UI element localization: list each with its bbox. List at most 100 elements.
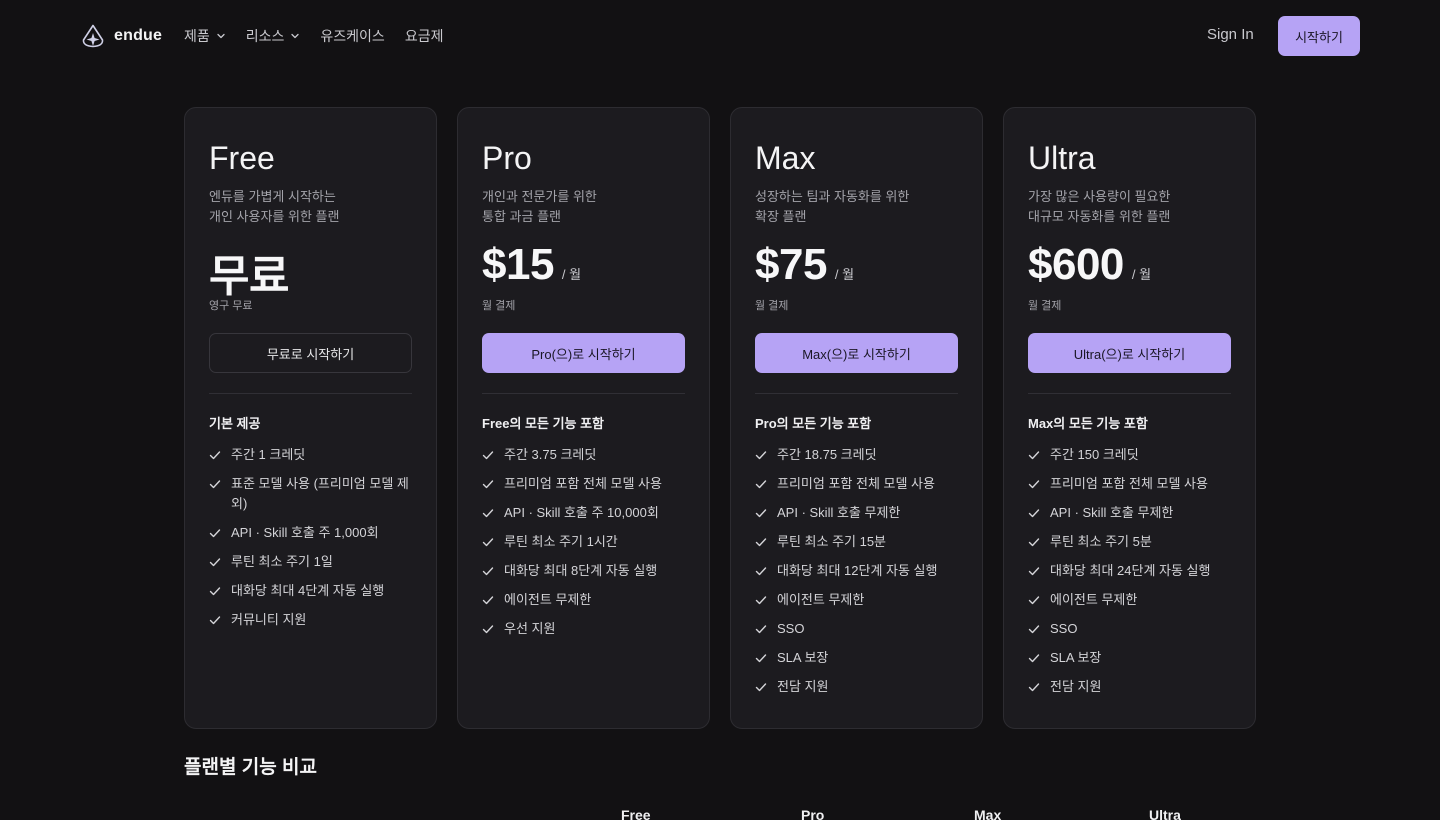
divider bbox=[1028, 393, 1231, 394]
check-icon bbox=[482, 567, 494, 576]
feature-text: 프리미엄 포함 전체 모델 사용 bbox=[1050, 476, 1208, 491]
plan-description-line: 통합 과금 플랜 bbox=[482, 209, 561, 224]
plan-name: Ultra bbox=[1028, 140, 1096, 176]
feature-item: SLA 보장 bbox=[755, 648, 965, 668]
feature-item: 에이전트 무제한 bbox=[1028, 590, 1238, 610]
nav-item-pricing[interactable]: 요금제 bbox=[405, 26, 444, 46]
check-icon bbox=[482, 625, 494, 634]
check-icon bbox=[209, 587, 221, 596]
feature-list: 주간 1 크레딧 표준 모델 사용 (프리미엄 모델 제외) API · Ski… bbox=[209, 445, 419, 639]
feature-text: API · Skill 호출 무제한 bbox=[777, 505, 901, 520]
feature-text: 에이전트 무제한 bbox=[777, 592, 865, 607]
feature-item: API · Skill 호출 주 1,000회 bbox=[209, 523, 419, 543]
plan-card-max: Max 성장하는 팀과 자동화를 위한 확장 플랜 $75 / 월 월 결제 M… bbox=[730, 107, 983, 729]
feature-text: 루틴 최소 주기 1일 bbox=[231, 554, 333, 569]
nav-item-products[interactable]: 제품 bbox=[184, 26, 226, 46]
plan-period: / 월 bbox=[561, 267, 582, 282]
feature-text: 루틴 최소 주기 15분 bbox=[777, 534, 887, 549]
plan-description: 가장 많은 사용량이 필요한 대규모 자동화를 위한 플랜 bbox=[1028, 187, 1238, 227]
feature-item: 대화당 최대 12단계 자동 실행 bbox=[755, 561, 965, 581]
feature-text: 주간 1 크레딧 bbox=[231, 447, 306, 462]
check-icon bbox=[1028, 596, 1040, 605]
feature-item: 전담 지원 bbox=[755, 677, 965, 697]
check-icon bbox=[755, 625, 767, 634]
start-pro-button[interactable]: Pro(으)로 시작하기 bbox=[482, 333, 685, 373]
plan-description-line: 엔듀를 가볍게 시작하는 bbox=[209, 189, 336, 204]
check-icon bbox=[755, 567, 767, 576]
feature-text: 주간 18.75 크레딧 bbox=[777, 447, 877, 462]
check-icon bbox=[1028, 451, 1040, 460]
start-free-button[interactable]: 무료로 시작하기 bbox=[209, 333, 412, 373]
check-icon bbox=[482, 480, 494, 489]
billing-note: 영구 무료 bbox=[209, 300, 253, 312]
feature-item: SSO bbox=[755, 619, 965, 639]
plan-card-free: Free 엔듀를 가볍게 시작하는 개인 사용자를 위한 플랜 무료 영구 무료… bbox=[184, 107, 437, 729]
feature-item: 프리미엄 포함 전체 모델 사용 bbox=[755, 474, 965, 494]
comparison-column-pro: Pro bbox=[801, 807, 825, 820]
plan-description-line: 개인과 전문가를 위한 bbox=[482, 189, 597, 204]
plan-description-line: 개인 사용자를 위한 플랜 bbox=[209, 209, 340, 224]
check-icon bbox=[209, 558, 221, 567]
plan-price: 무료 bbox=[209, 252, 289, 301]
plan-description: 성장하는 팀과 자동화를 위한 확장 플랜 bbox=[755, 187, 965, 227]
feature-item: 주간 150 크레딧 bbox=[1028, 445, 1238, 465]
check-icon bbox=[482, 509, 494, 518]
plan-name: Max bbox=[755, 140, 816, 176]
feature-item: 프리미엄 포함 전체 모델 사용 bbox=[1028, 474, 1238, 494]
check-icon bbox=[209, 451, 221, 460]
check-icon bbox=[1028, 654, 1040, 663]
sign-in-link[interactable]: Sign In bbox=[1207, 26, 1254, 43]
feature-text: 표준 모델 사용 (프리미엄 모델 제외) bbox=[231, 476, 409, 511]
plan-period: / 월 bbox=[834, 267, 855, 282]
price-row: $600 / 월 bbox=[1028, 240, 1151, 290]
divider bbox=[209, 393, 412, 394]
feature-text: SLA 보장 bbox=[777, 650, 829, 665]
plan-description: 엔듀를 가볍게 시작하는 개인 사용자를 위한 플랜 bbox=[209, 187, 419, 227]
get-started-button[interactable]: 시작하기 bbox=[1278, 16, 1360, 56]
endue-logo-icon bbox=[82, 24, 104, 48]
feature-item: SSO bbox=[1028, 619, 1238, 639]
feature-list: 주간 150 크레딧 프리미엄 포함 전체 모델 사용 API · Skill … bbox=[1028, 445, 1238, 706]
feature-item: 대화당 최대 24단계 자동 실행 bbox=[1028, 561, 1238, 581]
divider bbox=[755, 393, 958, 394]
brand-logo[interactable]: endue bbox=[82, 24, 162, 48]
check-icon bbox=[482, 451, 494, 460]
feature-text: 에이전트 무제한 bbox=[1050, 592, 1138, 607]
check-icon bbox=[1028, 567, 1040, 576]
feature-item: 루틴 최소 주기 5분 bbox=[1028, 532, 1238, 552]
price-row: $75 / 월 bbox=[755, 240, 854, 290]
feature-item: 전담 지원 bbox=[1028, 677, 1238, 697]
feature-text: 루틴 최소 주기 5분 bbox=[1050, 534, 1152, 549]
feature-text: 대화당 최대 24단계 자동 실행 bbox=[1050, 563, 1211, 578]
feature-text: 프리미엄 포함 전체 모델 사용 bbox=[504, 476, 662, 491]
features-heading: Pro의 모든 기능 포함 bbox=[755, 416, 872, 431]
check-icon bbox=[209, 529, 221, 538]
billing-note: 월 결제 bbox=[755, 300, 789, 312]
nav-item-resources[interactable]: 리소스 bbox=[246, 26, 301, 46]
start-max-button[interactable]: Max(으)로 시작하기 bbox=[755, 333, 958, 373]
check-icon bbox=[755, 538, 767, 547]
features-heading: 기본 제공 bbox=[209, 416, 261, 431]
check-icon bbox=[1028, 625, 1040, 634]
feature-text: 우선 지원 bbox=[504, 621, 556, 636]
nav-item-label: 리소스 bbox=[245, 28, 285, 44]
price-row: $15 / 월 bbox=[482, 240, 581, 290]
check-icon bbox=[755, 509, 767, 518]
feature-item: 주간 1 크레딧 bbox=[209, 445, 419, 465]
check-icon bbox=[755, 654, 767, 663]
check-icon bbox=[209, 616, 221, 625]
plan-name: Pro bbox=[482, 140, 532, 176]
check-icon bbox=[482, 596, 494, 605]
feature-text: 대화당 최대 4단계 자동 실행 bbox=[231, 583, 385, 598]
feature-text: API · Skill 호출 무제한 bbox=[1050, 505, 1174, 520]
plan-card-pro: Pro 개인과 전문가를 위한 통합 과금 플랜 $15 / 월 월 결제 Pr… bbox=[457, 107, 710, 729]
plan-description-line: 대규모 자동화를 위한 플랜 bbox=[1028, 209, 1171, 224]
check-icon bbox=[1028, 538, 1040, 547]
check-icon bbox=[209, 480, 221, 489]
nav-item-use-cases[interactable]: 유즈케이스 bbox=[320, 26, 384, 46]
check-icon bbox=[755, 480, 767, 489]
feature-text: SSO bbox=[777, 621, 805, 636]
start-ultra-button[interactable]: Ultra(으)로 시작하기 bbox=[1028, 333, 1231, 373]
feature-text: 루틴 최소 주기 1시간 bbox=[504, 534, 618, 549]
check-icon bbox=[755, 451, 767, 460]
